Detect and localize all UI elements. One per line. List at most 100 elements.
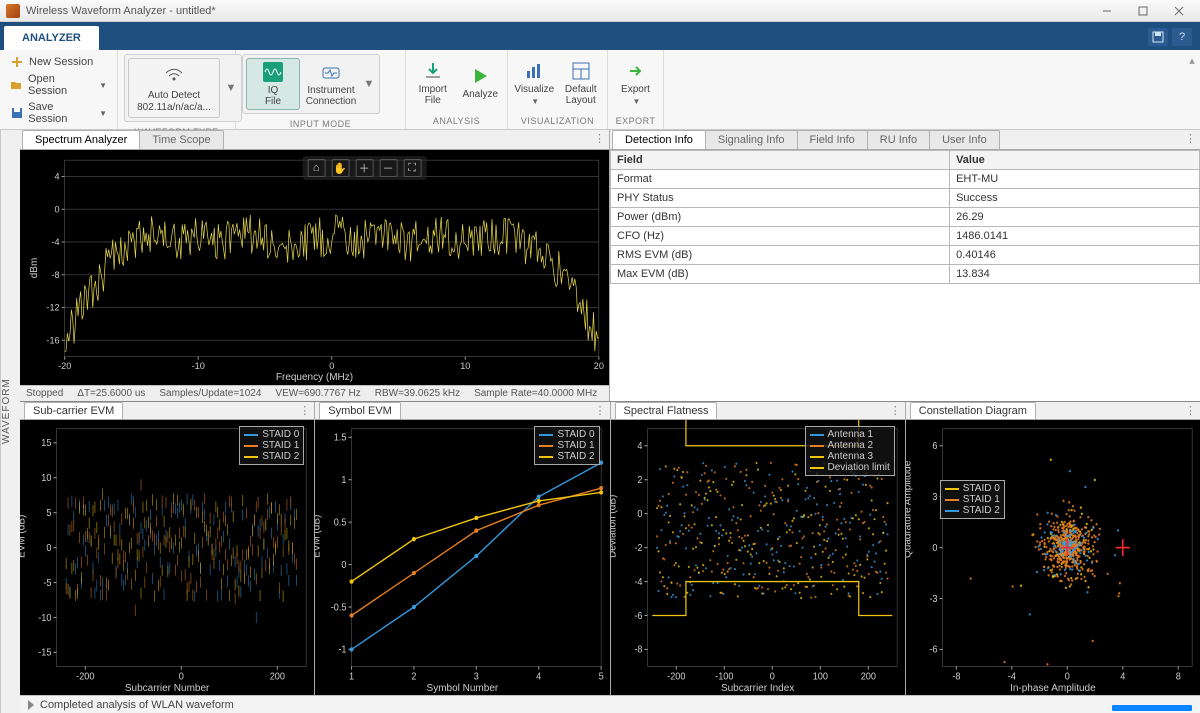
- matlab-icon: [6, 4, 20, 18]
- export-label: Export: [621, 84, 650, 95]
- symbol-evm-plot[interactable]: 12345-1-0.500.511.5 STAID 0STAID 1STAID …: [315, 420, 609, 695]
- legend-entry: STAID 0: [244, 429, 299, 440]
- tab-ru-info[interactable]: RU Info: [867, 130, 930, 149]
- tab-detection-info[interactable]: Detection Info: [612, 130, 706, 149]
- zoom-out-icon[interactable]: －: [379, 159, 397, 177]
- instrument-connection-label: Instrument Connection: [306, 85, 357, 107]
- svg-text:0: 0: [46, 543, 51, 554]
- svg-text:-100: -100: [715, 671, 733, 682]
- legend-entry: STAID 0: [539, 429, 594, 440]
- disk-icon: [10, 106, 23, 120]
- constellation-plot[interactable]: -8-4048-6-3036 STAID 0STAID 1STAID 2 In-…: [906, 420, 1200, 695]
- minimize-button[interactable]: [1092, 0, 1122, 21]
- svg-text:-15: -15: [38, 647, 51, 658]
- tab-constellation[interactable]: Constellation Diagram: [910, 402, 1036, 419]
- svg-text:10: 10: [460, 361, 470, 371]
- svg-text:1.5: 1.5: [334, 432, 347, 443]
- info-field: Max EVM (dB): [611, 265, 950, 284]
- spectrum-statusline: Stopped ΔT=25.6000 us Samples/Update=102…: [20, 385, 609, 401]
- spectral-flatness-plot[interactable]: -200-1000100200-8-6-4-2024 Antenna 1Ante…: [611, 420, 905, 695]
- save-icon[interactable]: [1148, 28, 1168, 46]
- spectrum-plot[interactable]: -20-1001020-16-12-8-404 ⌂ ✋ ＋ － ⛶ Freque…: [20, 150, 609, 385]
- svg-text:20: 20: [594, 361, 604, 371]
- new-session-button[interactable]: New Session: [6, 54, 111, 70]
- tab-signaling-info[interactable]: Signaling Info: [705, 130, 798, 149]
- svg-text:-6: -6: [634, 610, 642, 621]
- tab-symbol-evm[interactable]: Symbol EVM: [319, 402, 401, 419]
- maximize-button[interactable]: [1128, 0, 1158, 21]
- close-button[interactable]: [1164, 0, 1194, 21]
- svg-text:-4: -4: [51, 237, 59, 247]
- tab-user-info[interactable]: User Info: [929, 130, 1000, 149]
- legend-entry: STAID 1: [945, 494, 1000, 505]
- svg-text:-8: -8: [952, 671, 960, 682]
- tab-spectral-flatness[interactable]: Spectral Flatness: [615, 402, 718, 419]
- visualize-label: Visualize: [514, 84, 554, 95]
- svg-text:2: 2: [637, 475, 642, 486]
- svg-text:15: 15: [41, 438, 51, 449]
- home-icon[interactable]: ⌂: [307, 159, 325, 177]
- input-mode-dropdown[interactable]: ▼: [362, 78, 376, 90]
- import-icon: [422, 60, 444, 82]
- svg-text:1: 1: [342, 475, 347, 486]
- import-file-button[interactable]: Import File: [412, 58, 454, 108]
- panel-menu-icon[interactable]: ⋮: [595, 404, 606, 417]
- waveform-side-tab[interactable]: WAVEFORM: [0, 130, 20, 713]
- tab-spectrum-analyzer[interactable]: Spectrum Analyzer: [22, 130, 140, 149]
- panel-menu-icon[interactable]: ⋮: [890, 404, 901, 417]
- chevron-down-icon: ▼: [99, 81, 107, 90]
- table-row: PHY StatusSuccess: [611, 189, 1200, 208]
- progress-bar: [1112, 705, 1192, 711]
- default-layout-button[interactable]: Default Layout: [561, 58, 602, 108]
- waveform-icon: [262, 61, 284, 83]
- help-icon[interactable]: ?: [1172, 28, 1192, 46]
- panel-menu-icon[interactable]: ⋮: [1185, 132, 1196, 145]
- svg-text:200: 200: [270, 671, 285, 682]
- plus-icon: [10, 55, 24, 69]
- spectrum-xlabel: Frequency (MHz): [276, 372, 353, 383]
- zoom-in-icon[interactable]: ＋: [355, 159, 373, 177]
- svg-text:-4: -4: [1008, 671, 1017, 682]
- sub-xlabel: Subcarrier Number: [125, 683, 209, 694]
- panel-menu-icon[interactable]: ⋮: [1185, 404, 1196, 417]
- svg-text:10: 10: [41, 473, 51, 484]
- subcarrier-evm-plot[interactable]: -2000200-15-10-5051015 STAID 0STAID 1STA…: [20, 420, 314, 695]
- legend-entry: Deviation limit: [810, 462, 890, 473]
- svg-text:-4: -4: [634, 577, 643, 588]
- tab-field-info[interactable]: Field Info: [797, 130, 868, 149]
- default-layout-label: Default Layout: [565, 84, 597, 106]
- table-row: CFO (Hz)1486.0141: [611, 227, 1200, 246]
- save-session-button[interactable]: Save Session ▼: [6, 100, 111, 126]
- svg-text:2: 2: [412, 671, 417, 682]
- svg-text:-200: -200: [667, 671, 685, 682]
- open-session-button[interactable]: Open Session ▼: [6, 72, 111, 98]
- info-field: Format: [611, 170, 950, 189]
- panel-menu-icon[interactable]: ⋮: [594, 132, 605, 145]
- ribbon-tab-analyzer[interactable]: ANALYZER: [4, 26, 99, 50]
- info-value: EHT-MU: [950, 170, 1200, 189]
- fullscreen-icon[interactable]: ⛶: [403, 159, 421, 177]
- tab-time-scope[interactable]: Time Scope: [139, 130, 223, 149]
- instrument-icon: [320, 61, 342, 83]
- info-col-field: Field: [611, 151, 950, 170]
- auto-detect-button[interactable]: Auto Detect 802.11a/n/ac/a...: [128, 58, 220, 118]
- visualize-button[interactable]: Visualize ▼: [514, 58, 555, 108]
- panel-menu-icon[interactable]: ⋮: [299, 404, 310, 417]
- instrument-connection-button[interactable]: Instrument Connection: [304, 59, 358, 109]
- toolstrip: New Session Open Session ▼ Save Session …: [0, 50, 1200, 130]
- svg-text:4: 4: [1120, 671, 1126, 682]
- chart-icon: [523, 60, 545, 82]
- collapse-toolstrip-button[interactable]: ▴: [1184, 50, 1200, 129]
- tab-subcarrier-evm[interactable]: Sub-carrier EVM: [24, 402, 123, 419]
- export-button[interactable]: Export ▼: [614, 58, 657, 108]
- legend-entry: STAID 0: [945, 483, 1000, 494]
- sym-xlabel: Symbol Number: [427, 683, 499, 694]
- pan-icon[interactable]: ✋: [331, 159, 349, 177]
- iq-file-button[interactable]: IQ File: [246, 58, 300, 110]
- legend-entry: Antenna 3: [810, 451, 890, 462]
- svg-text:0.5: 0.5: [334, 517, 347, 528]
- svg-text:-8: -8: [51, 270, 59, 280]
- section-label-export: EXPORT: [608, 115, 663, 129]
- legend-entry: STAID 2: [244, 451, 299, 462]
- analyze-button[interactable]: Analyze: [460, 63, 502, 102]
